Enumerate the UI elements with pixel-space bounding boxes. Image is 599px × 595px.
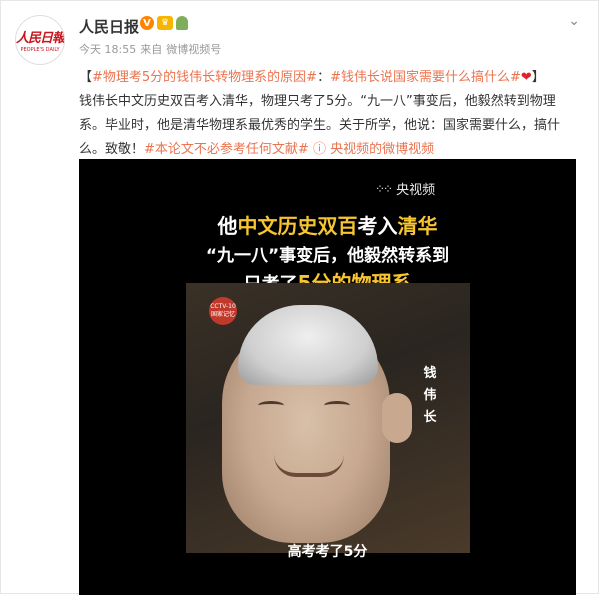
account-name[interactable]: 人民日报 [79, 16, 139, 37]
caption1-post: 清华 [397, 214, 438, 238]
person-name-vertical: 钱伟长 [423, 366, 437, 425]
cctv-logo-icon: ⁘⁘ [375, 181, 393, 196]
video-source-link[interactable]: 央视频的微博视频 [330, 142, 434, 157]
avatar-logo-text: 人民日報 [16, 31, 65, 46]
caption1-highlight: 中文历史双百 [237, 214, 358, 238]
caption1-pre: 他 [217, 214, 238, 238]
chevron-down-icon[interactable]: ⌄ [568, 13, 580, 29]
video-frame-image: CCTV-10 国家记忆 钱伟长 [186, 283, 470, 553]
bracket-open: 【 [79, 70, 93, 85]
crown-icon: ♛ [157, 16, 173, 30]
post-time[interactable]: 今天 18:55 [79, 41, 136, 57]
avatar-logo-subtext: PEOPLE'S DAILY [20, 47, 60, 53]
post-text: 【#物理考5分的钱伟长转物理系的原因#：#钱伟长说国家需要什么搞什么#❤】 钱伟… [79, 66, 579, 162]
channel-logo-bottom: 国家记忆 [210, 311, 235, 318]
video-player[interactable]: ⁘⁘ 央视频 他中文历史双百考入清华 “九一八”事变后，他毅然转系到 只考了5分… [79, 159, 576, 595]
portrait-ear [382, 393, 412, 443]
cctv-watermark: ⁘⁘ 央视频 [375, 179, 436, 199]
portrait-eye-right [324, 401, 350, 410]
topic-link-3[interactable]: #本论文不必参考任何文献# [144, 142, 309, 157]
video-subtitle: 高考考了5分 [287, 544, 368, 560]
user-level-icon [176, 16, 188, 30]
portrait-eye-left [258, 401, 284, 410]
video-link-icon[interactable]: ⓘ [313, 142, 326, 157]
heart-icon: ❤ [520, 70, 532, 85]
topic-link-2[interactable]: #钱伟长说国家需要什么搞什么# [330, 70, 521, 85]
bracket-close: 】 [531, 70, 545, 85]
source-prefix: 来自 [140, 43, 163, 56]
account-avatar[interactable]: 人民日報 PEOPLE'S DAILY [15, 15, 65, 65]
topic-link-1[interactable]: #物理考5分的钱伟长转物理系的原因# [92, 70, 317, 85]
video-caption-1: 他中文历史双百考入清华 [79, 210, 576, 239]
portrait-hair [238, 305, 378, 385]
post-meta: 今天 18:55 来自 微博视频号 [79, 41, 221, 57]
portrait-smile [274, 455, 344, 477]
watermark-text: 央视频 [396, 183, 436, 198]
verified-icon: V [140, 16, 154, 30]
account-badges: V ♛ [140, 16, 188, 30]
channel-logo-top: CCTV-10 [210, 303, 236, 310]
post-source[interactable]: 微博视频号 [166, 41, 221, 57]
channel-logo: CCTV-10 国家记忆 [209, 297, 237, 325]
video-caption-2: “九一八”事变后，他毅然转系到 [205, 246, 450, 266]
caption1-mid: 考入 [357, 214, 398, 238]
weibo-post-card: 人民日報 PEOPLE'S DAILY 人民日报 V ♛ ⌄ 今天 18:55 … [0, 0, 599, 595]
colon: ： [317, 70, 331, 85]
